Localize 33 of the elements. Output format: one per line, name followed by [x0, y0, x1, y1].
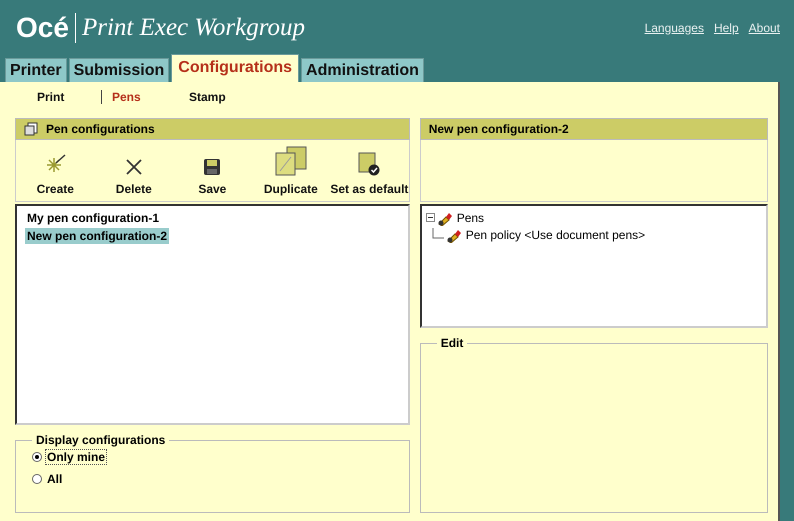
- product-name: Print Exec Workgroup: [82, 14, 306, 42]
- brand-logo: Océ: [16, 12, 69, 44]
- list-item[interactable]: New pen configuration-2: [25, 228, 170, 244]
- subtab[interactable]: Pens: [101, 90, 177, 104]
- group-title: Display configurations: [35, 433, 166, 447]
- close-icon: [124, 158, 143, 176]
- toolbar-button[interactable]: Create: [16, 140, 95, 201]
- header-link[interactable]: Languages: [644, 20, 704, 34]
- tree-connector: [432, 228, 444, 242]
- header-link[interactable]: Help: [714, 20, 739, 34]
- tab[interactable]: Administration: [301, 58, 424, 82]
- tab[interactable]: Configurations: [171, 54, 300, 82]
- radio-option[interactable]: All: [32, 471, 393, 487]
- duplicate-icon: [274, 146, 308, 176]
- panel-title: New pen configuration-2: [428, 122, 569, 136]
- group-title: Edit: [440, 336, 464, 350]
- subtab[interactable]: Print: [25, 90, 101, 104]
- radio-option[interactable]: Only mine: [32, 449, 393, 465]
- panel-title: Pen configurations: [46, 122, 155, 136]
- tree-node-label[interactable]: Pens: [456, 210, 484, 224]
- toolbar-button[interactable]: Delete: [94, 140, 174, 201]
- header-link[interactable]: About: [748, 20, 780, 34]
- documents-icon: [24, 122, 38, 136]
- subtab[interactable]: Stamp: [177, 90, 253, 104]
- toolbar-button[interactable]: Save: [173, 140, 252, 201]
- document-check-icon: [357, 152, 382, 176]
- toolbar-button[interactable]: Duplicate: [252, 140, 330, 201]
- toolbar-button[interactable]: Set as default: [330, 140, 409, 201]
- list-item[interactable]: My pen configuration-1: [25, 210, 161, 226]
- tree-node-label[interactable]: Pen policy <Use document pens>: [466, 228, 646, 242]
- tab[interactable]: Submission: [68, 58, 170, 82]
- collapse-toggle[interactable]: [426, 213, 435, 222]
- tab[interactable]: Printer: [5, 58, 67, 82]
